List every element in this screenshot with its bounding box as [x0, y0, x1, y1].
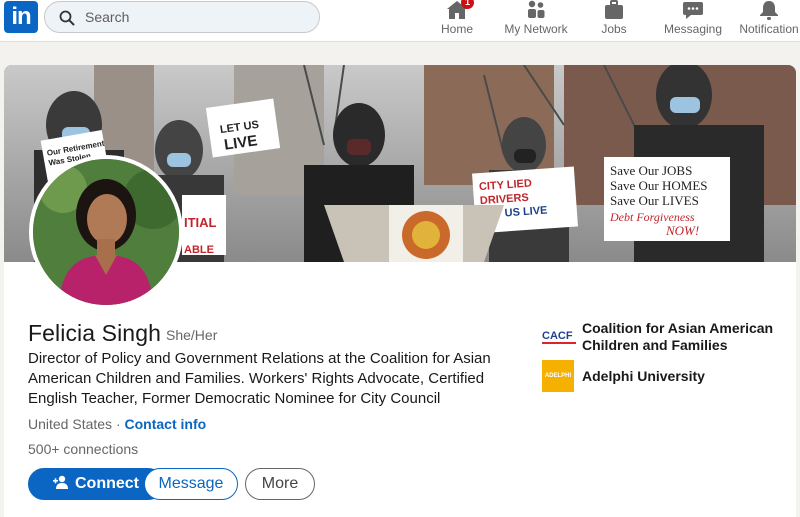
profile-headline: Director of Policy and Government Relati… [28, 350, 491, 407]
svg-text:Save Our LIVES: Save Our LIVES [610, 193, 699, 208]
org-current-company-name: Coalition for Asian American Children an… [582, 320, 774, 353]
cacf-logo: CACF [542, 330, 576, 344]
more-button[interactable]: More [245, 468, 315, 500]
profile-location-row: United States · Contact info [28, 416, 206, 432]
org-education-name: Adelphi University [582, 368, 705, 384]
nav-my-network-label: My Network [504, 22, 568, 36]
nav-jobs[interactable]: Jobs [590, 0, 638, 42]
svg-text:Save Our HOMES: Save Our HOMES [610, 178, 708, 193]
svg-text:Debt Forgiveness: Debt Forgiveness [609, 210, 695, 224]
cacf-logo-text: CACF [542, 330, 573, 342]
nav-notifications-label: Notification [739, 22, 799, 36]
add-person-icon [53, 475, 68, 489]
nav-home-label: Home [440, 22, 473, 36]
network-icon [528, 0, 545, 18]
nav-messaging[interactable]: Messaging [660, 0, 726, 42]
svg-text:NOW!: NOW! [665, 223, 699, 238]
profile-pronouns: She/Her [166, 327, 218, 343]
search-box[interactable] [44, 1, 320, 33]
profile-photo [33, 159, 179, 305]
svg-text:ABLE: ABLE [184, 244, 214, 256]
contact-info-link[interactable]: Contact info [125, 416, 207, 432]
connections-count[interactable]: 500+ connections [28, 441, 138, 457]
top-nav: in 1 Home My Network Jobs Mess [0, 0, 800, 42]
nav-jobs-label: Jobs [601, 22, 627, 36]
nav-messaging-label: Messaging [663, 22, 723, 36]
search-icon [59, 10, 75, 26]
nav-notifications[interactable]: Notification [736, 0, 800, 42]
linkedin-logo[interactable]: in [4, 1, 38, 33]
profile-card: LET US LIVE Our Retirement Was Stolen CI… [4, 65, 796, 517]
adelphi-logo: ADELPHI [542, 360, 574, 392]
briefcase-icon [605, 0, 623, 19]
search-input[interactable] [85, 6, 305, 28]
nav-my-network[interactable]: My Network [500, 0, 572, 42]
separator: · [112, 416, 125, 432]
svg-text:ITIAL: ITIAL [184, 215, 217, 230]
profile-location: United States [28, 416, 113, 432]
nav-home[interactable]: 1 Home [432, 0, 482, 42]
profile-avatar[interactable] [29, 155, 183, 309]
message-button[interactable]: Message [144, 468, 238, 500]
svg-text:Save Our JOBS: Save Our JOBS [610, 163, 692, 178]
connect-label: Connect [75, 475, 139, 492]
profile-name: Felicia Singh [28, 320, 161, 346]
notification-badge: 1 [461, 0, 474, 9]
bell-icon [760, 1, 778, 20]
chat-icon [683, 2, 703, 19]
